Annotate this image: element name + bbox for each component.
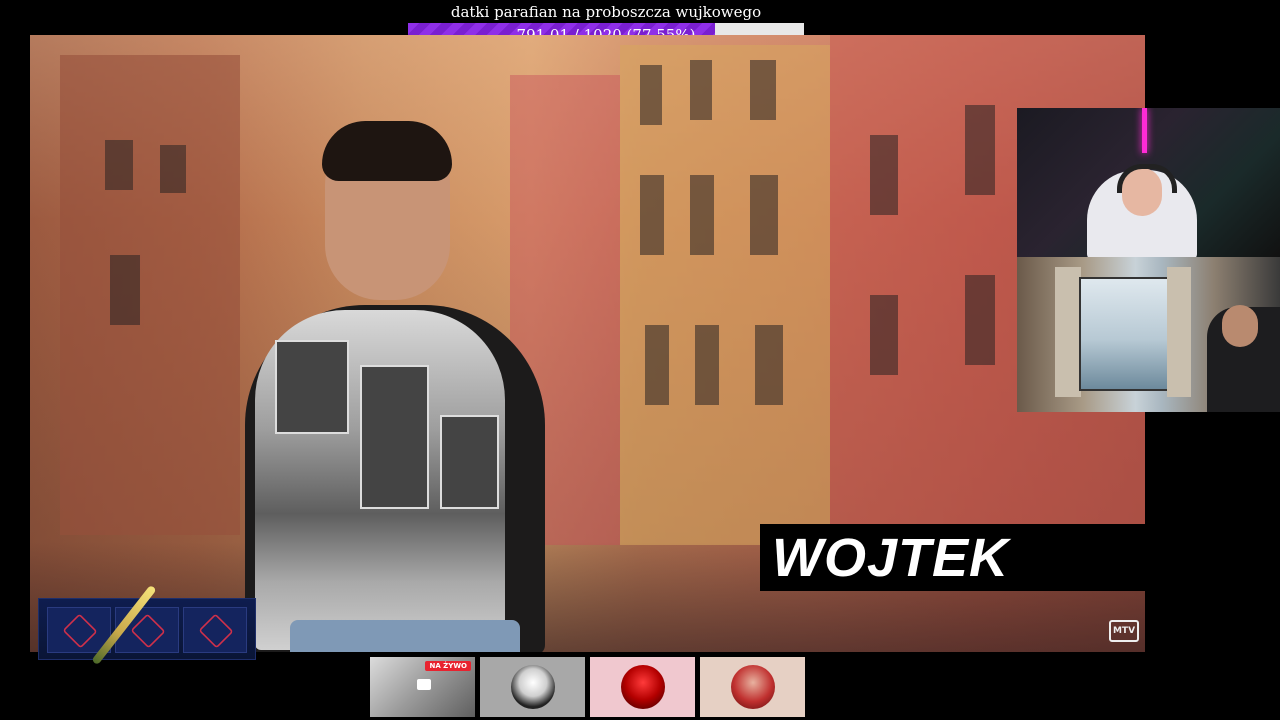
presenter	[150, 121, 600, 652]
window-shape	[750, 175, 778, 255]
curtain	[1055, 267, 1081, 397]
window-shape	[755, 325, 783, 405]
shirt-print	[360, 365, 429, 509]
window-shape	[965, 275, 995, 365]
stream-thumbnail-1[interactable]: NA ŻYWO	[370, 657, 475, 717]
window-shape	[870, 135, 898, 215]
window-shape	[870, 295, 898, 375]
hex-frame-icon	[130, 613, 166, 649]
stream-thumbnail-4[interactable]	[700, 657, 805, 717]
stream-thumbnail-3[interactable]	[590, 657, 695, 717]
window-shape	[690, 175, 714, 255]
game-skin-widget	[38, 598, 256, 660]
hex-frame-icon	[62, 613, 98, 649]
window-shape	[965, 105, 995, 195]
shirt-print	[275, 340, 349, 434]
name-label-box: WOJTEK	[760, 524, 1145, 591]
window-shape	[690, 60, 712, 120]
webcam-guest	[1017, 257, 1280, 412]
window-shape	[645, 325, 669, 405]
window-shape	[105, 140, 133, 190]
person-avatar-icon	[731, 665, 775, 709]
window-shape	[110, 255, 140, 325]
guest-head	[1222, 305, 1258, 347]
window-shape	[750, 60, 776, 120]
window-view	[1079, 277, 1173, 391]
name-label: WOJTEK	[772, 528, 1010, 588]
curtain	[1167, 267, 1191, 397]
live-badge: NA ŻYWO	[425, 661, 471, 671]
window-shape	[640, 65, 662, 125]
car-avatar-icon	[511, 665, 555, 709]
webcam-streamer	[1017, 108, 1280, 257]
window-shape	[640, 175, 664, 255]
sniper-skin-icon	[183, 607, 247, 653]
headset-icon	[1117, 164, 1177, 193]
red-logo-avatar-icon	[621, 665, 665, 709]
hex-frame-icon	[198, 613, 234, 649]
mtv-logo: MTV	[1109, 620, 1139, 642]
presenter-jeans	[290, 620, 520, 652]
window-shape	[695, 325, 719, 405]
neon-light	[1142, 108, 1147, 153]
stream-thumbnail-2[interactable]	[480, 657, 585, 717]
monitor-icon	[417, 679, 431, 690]
goal-title: datki parafian na proboszcza wujkowego	[450, 3, 762, 21]
shirt-print	[440, 415, 499, 509]
presenter-hair	[322, 121, 452, 181]
